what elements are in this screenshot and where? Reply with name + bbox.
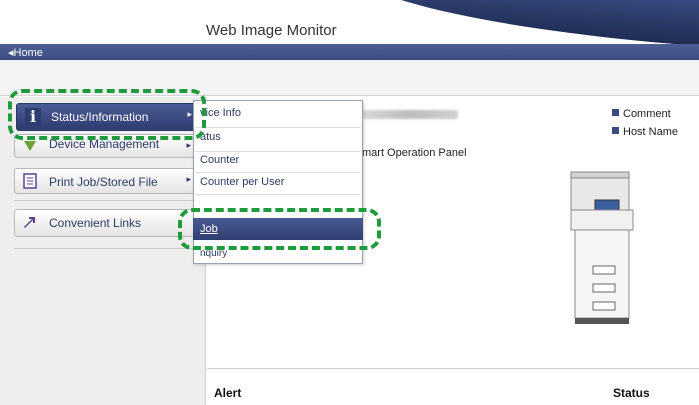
status-column-header: Status [613, 386, 650, 400]
annotation-highlight-job [178, 208, 381, 250]
sidebar-item-convenient-links[interactable]: Convenient Links [14, 209, 198, 237]
submenu-item-counter-per-user[interactable]: Counter per User [200, 176, 284, 188]
device-management-icon [22, 139, 38, 155]
device-name-blurred [362, 110, 458, 119]
submenu-divider [195, 151, 361, 152]
sidebar-item-label: Convenient Links [49, 216, 142, 230]
submenu-divider [195, 194, 361, 195]
submenu-divider [195, 172, 361, 173]
alert-column-header: Alert [214, 386, 242, 400]
sidebar-divider [14, 200, 198, 201]
submenu-item-counter[interactable]: Counter [200, 154, 239, 166]
legend-host-name: Host Name [612, 126, 678, 138]
annotation-highlight-status [8, 89, 206, 140]
device-model-text: mart Operation Panel [362, 147, 467, 159]
chevron-right-icon: ▸ [186, 140, 191, 150]
legend-comment: Comment [612, 108, 671, 120]
sidebar-item-print-job[interactable]: Print Job/Stored File ▸ [14, 168, 198, 194]
document-icon [22, 173, 38, 189]
sidebar-item-label: Print Job/Stored File [49, 175, 158, 189]
submenu-item-device-info[interactable]: vice Info [200, 107, 241, 119]
home-link[interactable]: ◂Home [8, 46, 43, 59]
arrow-link-icon [22, 214, 38, 230]
header-swoosh-graphic [347, 0, 699, 47]
chevron-right-icon: ▸ [186, 174, 191, 184]
submenu-divider [195, 127, 361, 128]
home-bar [0, 44, 699, 60]
legend-square-icon [612, 109, 619, 116]
page-title: Web Image Monitor [206, 22, 337, 39]
printer-illustration [570, 171, 634, 324]
legend-square-icon [612, 127, 619, 134]
sidebar-divider [14, 248, 198, 249]
